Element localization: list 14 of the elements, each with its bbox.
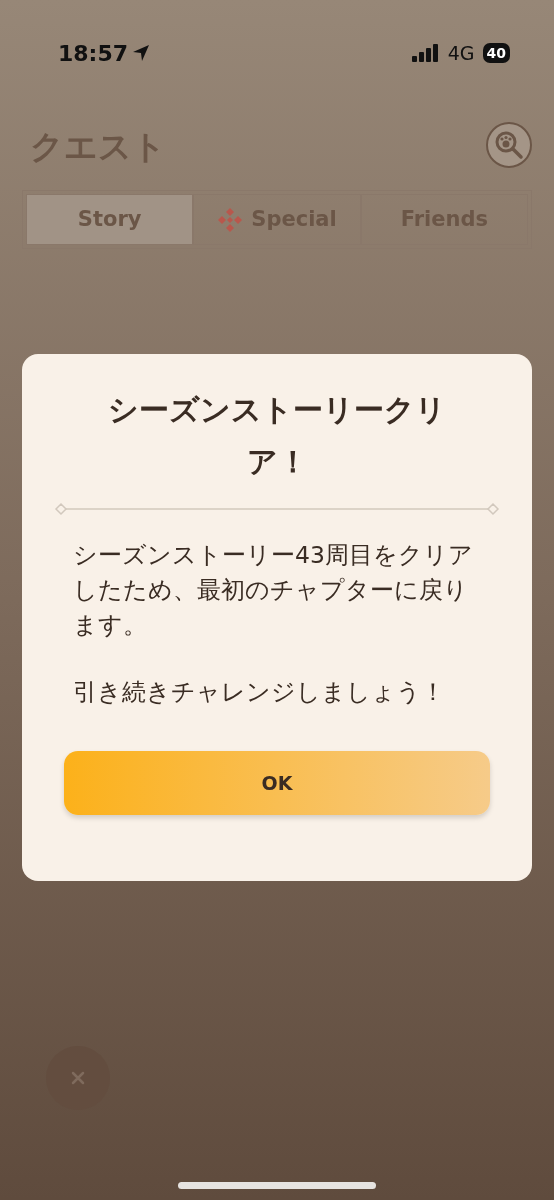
dialog-message: 引き続きチャレンジしましょう！ <box>73 677 446 708</box>
ornament-icon <box>217 206 244 233</box>
location-arrow-icon <box>132 44 151 62</box>
dialog-title: シーズンストーリークリア！ <box>107 391 447 481</box>
close-icon <box>70 1070 86 1086</box>
dialog-message: シーズンストーリー43周目をクリアしたため、最初のチャプターに戻ります。 <box>73 540 474 641</box>
battery-indicator: 40 <box>482 43 510 63</box>
status-time: 18:57 <box>58 39 129 68</box>
tab[interactable]: Story <box>26 194 194 245</box>
search-icon <box>494 130 524 160</box>
signal-icon <box>411 44 440 62</box>
search-button[interactable] <box>486 122 532 168</box>
network-label: 4G <box>447 40 475 66</box>
ok-button[interactable]: OK <box>64 751 490 815</box>
